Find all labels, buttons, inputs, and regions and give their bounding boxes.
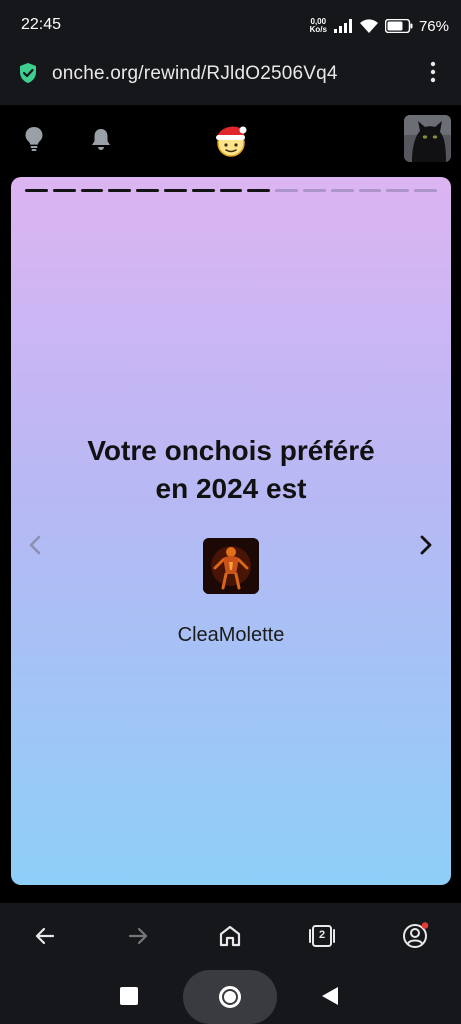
progress-segment	[108, 189, 132, 192]
bell-icon[interactable]	[90, 127, 112, 151]
progress-segment	[25, 189, 48, 192]
progress-segment	[52, 189, 76, 192]
forward-arrow-icon[interactable]	[124, 922, 152, 950]
status-time: 22:45	[21, 16, 62, 33]
story-progress-bar	[25, 189, 437, 192]
rewind-card[interactable]: Votre onchois préféré en 2024 est CleaMo…	[11, 177, 451, 885]
status-icons: 0,00 Ko/s 76%	[310, 14, 449, 38]
card-title-line2: en 2024 est	[155, 473, 307, 504]
progress-segment	[330, 189, 354, 192]
tab-count: 2	[318, 929, 326, 941]
kebab-menu-icon[interactable]	[424, 60, 442, 84]
site-header	[0, 105, 461, 173]
shield-check-icon[interactable]	[18, 62, 38, 84]
account-icon[interactable]	[401, 922, 429, 950]
back-arrow-icon[interactable]	[31, 922, 59, 950]
url-text[interactable]: onche.org/rewind/RJldO2506Vq4	[52, 63, 338, 85]
progress-segment	[219, 189, 243, 192]
recents-square-icon[interactable]	[120, 987, 138, 1005]
progress-segment	[163, 189, 187, 192]
signal-icon	[333, 19, 352, 33]
progress-segment	[358, 189, 382, 192]
net-speed-unit: Ko/s	[309, 25, 327, 34]
cat-photo	[404, 115, 451, 162]
wifi-icon	[359, 19, 378, 33]
back-triangle-icon[interactable]	[321, 986, 339, 1006]
progress-segment	[247, 189, 271, 192]
net-speed: 0,00 Ko/s	[310, 18, 327, 34]
status-bar: 22:45 0,00 Ko/s 76%	[0, 0, 461, 50]
progress-segment	[275, 189, 298, 192]
progress-segment	[414, 189, 437, 192]
home-dot	[224, 991, 236, 1003]
battery-percent: 76%	[418, 17, 449, 35]
tabs-icon[interactable]: 2	[308, 922, 336, 950]
chevron-left-icon[interactable]	[25, 533, 45, 557]
chevron-right-icon[interactable]	[416, 533, 436, 557]
battery-icon	[384, 19, 413, 33]
progress-segment	[136, 189, 159, 192]
progress-segment	[386, 189, 410, 192]
progress-segment	[302, 189, 326, 192]
onchois-avatar[interactable]	[203, 538, 259, 594]
onchois-avatar-image	[203, 538, 259, 594]
home-icon[interactable]	[216, 922, 244, 950]
onchois-username[interactable]: CleaMolette	[11, 624, 451, 647]
lightbulb-icon[interactable]	[24, 126, 44, 152]
card-title-line1: Votre onchois préféré	[87, 435, 375, 466]
account-outline	[403, 922, 429, 948]
system-nav-bar	[0, 969, 461, 1024]
progress-segment	[191, 189, 215, 192]
browser-bottom-bar: 2	[0, 903, 461, 969]
progress-segment	[80, 189, 104, 192]
home-circle-icon[interactable]	[183, 970, 277, 1024]
santa-smiley-logo[interactable]	[212, 121, 250, 159]
card-title: Votre onchois préféré en 2024 est	[11, 432, 451, 508]
browser-url-bar[interactable]: onche.org/rewind/RJldO2506Vq4	[0, 50, 461, 105]
user-avatar-cat[interactable]	[404, 115, 451, 162]
